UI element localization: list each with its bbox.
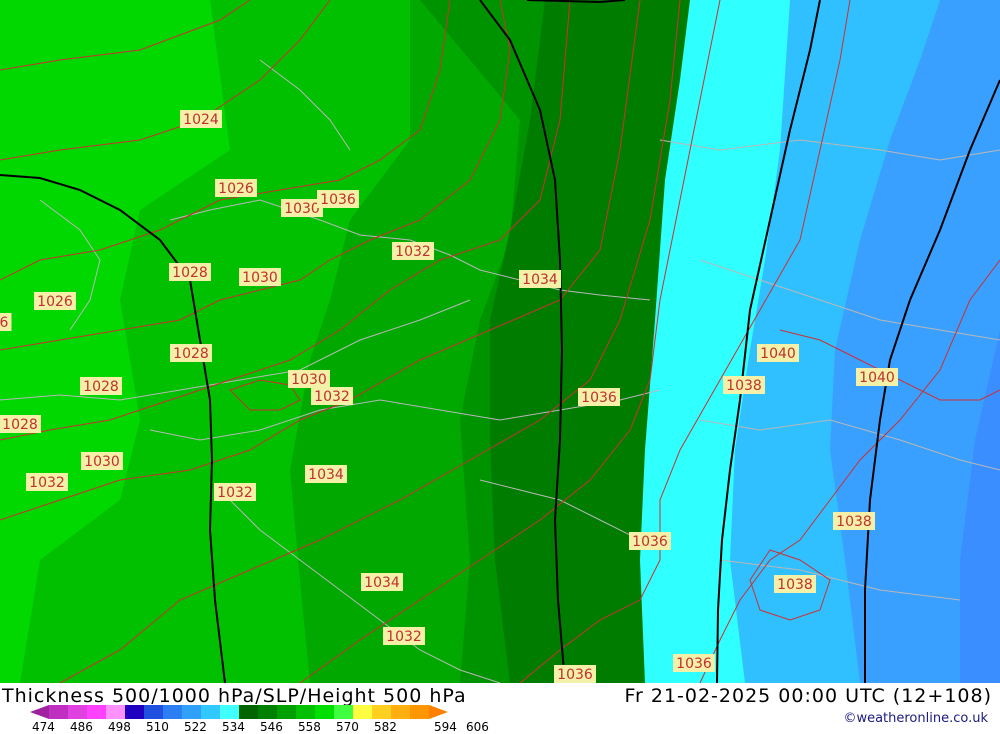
- isobar-label: 1036: [557, 667, 593, 683]
- color-scale-segment: [163, 705, 182, 719]
- color-scale-tick: 546: [260, 720, 283, 734]
- isobar-label: 1038: [777, 577, 813, 593]
- isobar-label: 1032: [395, 244, 431, 260]
- color-scale-tick: 498: [108, 720, 131, 734]
- color-scale-segment: [296, 705, 315, 719]
- isobar-label: 1036: [320, 192, 356, 208]
- valid-time: Fr 21-02-2025 00:00 UTC (12+108): [624, 685, 992, 707]
- isobar-label: 1040: [760, 346, 796, 362]
- color-scale-segment: [125, 705, 144, 719]
- color-scale-tick: 558: [298, 720, 321, 734]
- color-scale-segment: [239, 705, 258, 719]
- color-scale-tick: 510: [146, 720, 169, 734]
- color-scale-segment: [334, 705, 353, 719]
- isobar-label: 1032: [29, 475, 65, 491]
- color-scale-segment: [220, 705, 239, 719]
- color-scale-segment: [201, 705, 220, 719]
- color-scale-labels: 474 486 498 510 522 534 546 558 570 582 594 606: [0, 720, 520, 734]
- color-scale-segment: [410, 705, 429, 719]
- color-scale-segment: [68, 705, 87, 719]
- color-scale-segment: [277, 705, 296, 719]
- color-scale-segment: [30, 705, 49, 719]
- isobar-label: 1028: [2, 417, 38, 433]
- isobar-label: 6: [0, 315, 9, 331]
- isobar-label: 1036: [632, 534, 668, 550]
- isobar-label: 1030: [84, 454, 120, 470]
- color-scale-segment: [106, 705, 125, 719]
- color-scale-segment: [144, 705, 163, 719]
- color-scale-tick: 522: [184, 720, 207, 734]
- color-scale-tick: 594: [434, 720, 457, 734]
- color-scale-tick: 606: [466, 720, 489, 734]
- isobar-label: 1030: [242, 270, 278, 286]
- isobar-label: 1032: [217, 485, 253, 501]
- credit-text: ©weatheronline.co.uk: [843, 711, 988, 726]
- isobar-label: 1034: [522, 272, 558, 288]
- isobar-label: 1030: [291, 372, 327, 388]
- isobar-label: 1028: [172, 265, 208, 281]
- color-scale-segment: [391, 705, 410, 719]
- isobar-label: 1034: [364, 575, 400, 591]
- isobar-label: 1026: [37, 294, 73, 310]
- color-scale-tick: 474: [32, 720, 55, 734]
- color-scale-tick: 582: [374, 720, 397, 734]
- map-footer: Thickness 500/1000 hPa/SLP/Height 500 hP…: [0, 683, 1000, 734]
- color-scale-segment: [87, 705, 106, 719]
- isobar-label: 1030: [284, 201, 320, 217]
- isobar-label: 1036: [581, 390, 617, 406]
- color-scale-segment: [315, 705, 334, 719]
- map-title: Thickness 500/1000 hPa/SLP/Height 500 hP…: [2, 685, 467, 707]
- color-scale-segment: [49, 705, 68, 719]
- isobar-label: 1032: [386, 629, 422, 645]
- isobar-label: 1032: [314, 389, 350, 405]
- color-scale-segment: [353, 705, 372, 719]
- isobar-label: 1026: [218, 181, 254, 197]
- color-scale-bar: [30, 705, 448, 719]
- isobar-label: 1040: [859, 370, 895, 386]
- color-scale-tick: 534: [222, 720, 245, 734]
- isobar-label: 1036: [676, 656, 712, 672]
- color-scale-tick: 570: [336, 720, 359, 734]
- isobar-label: 1028: [83, 379, 119, 395]
- isobar-label: 1038: [836, 514, 872, 530]
- color-scale-segment: [182, 705, 201, 719]
- color-scale-segment: [372, 705, 391, 719]
- isobar-label: 1034: [308, 467, 344, 483]
- color-scale-tick: 486: [70, 720, 93, 734]
- isobar-label: 1024: [183, 112, 219, 128]
- weather-map: 1024 1026 1026 1028 1028 1028 1028 1030 1030 1030…: [0, 0, 1000, 683]
- color-scale-segment: [258, 705, 277, 719]
- isobar-label: 1028: [173, 346, 209, 362]
- color-scale-segment: [429, 705, 448, 719]
- isobar-label: 1038: [726, 378, 762, 394]
